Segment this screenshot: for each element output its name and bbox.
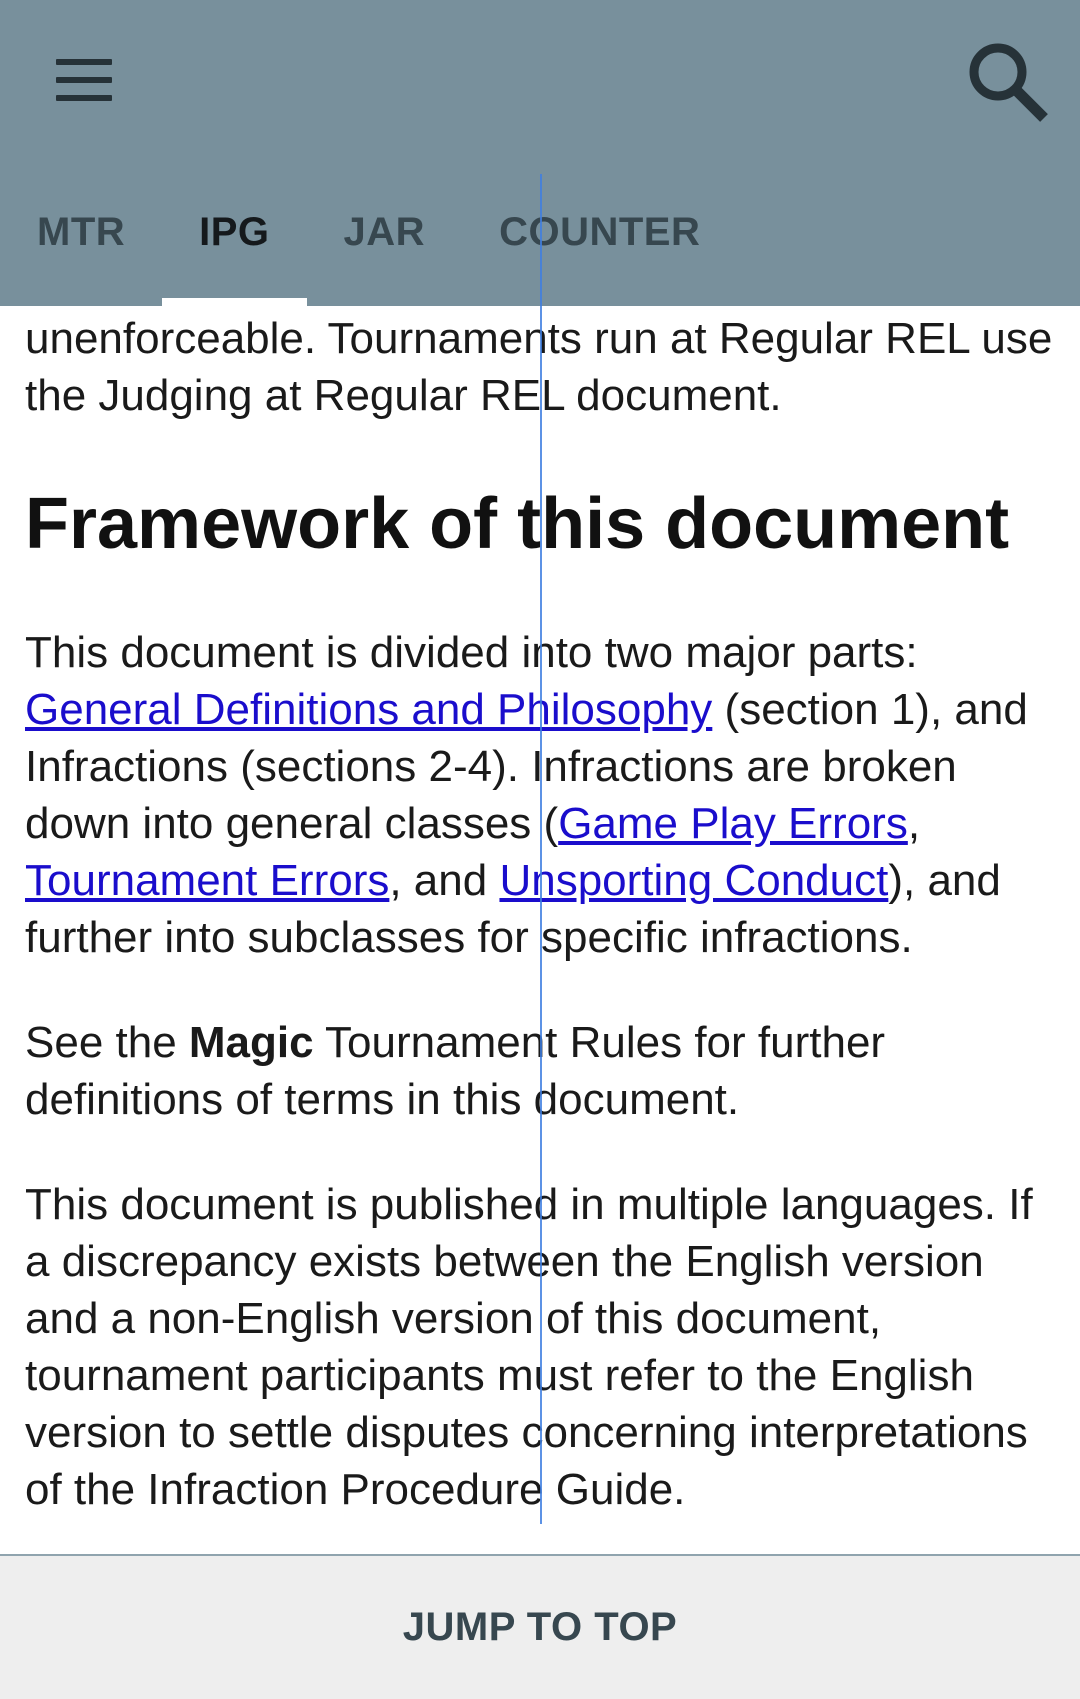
link-general-definitions[interactable]: General Definitions and Philosophy xyxy=(25,685,712,734)
jump-to-top-button[interactable]: JUMP TO TOP xyxy=(397,1604,683,1651)
tab-ipg[interactable]: IPG xyxy=(162,190,307,306)
menu-bar-3 xyxy=(56,95,112,101)
menu-bar-2 xyxy=(56,77,112,83)
link-tournament-errors[interactable]: Tournament Errors xyxy=(25,856,389,905)
link-game-play-errors[interactable]: Game Play Errors xyxy=(558,799,908,848)
tab-bar: MTR IPG JAR COUNTER xyxy=(0,190,737,306)
text-segment: , and xyxy=(389,856,500,905)
menu-bar-1 xyxy=(56,59,112,65)
link-unsporting-conduct[interactable]: Unsporting Conduct xyxy=(499,856,888,905)
bold-magic: Magic xyxy=(188,1018,314,1067)
hamburger-menu-icon[interactable] xyxy=(40,40,128,120)
text-segment: , xyxy=(907,799,921,848)
text-segment: This document is divided into two major … xyxy=(25,628,918,677)
search-icon[interactable] xyxy=(960,36,1060,136)
layout-guide-line xyxy=(540,174,542,1524)
tab-jar[interactable]: JAR xyxy=(307,190,463,306)
bottom-bar: JUMP TO TOP xyxy=(0,1554,1080,1699)
tab-counter[interactable]: COUNTER xyxy=(462,190,737,306)
text-segment: See the xyxy=(25,1018,189,1067)
tab-mtr[interactable]: MTR xyxy=(0,190,162,306)
